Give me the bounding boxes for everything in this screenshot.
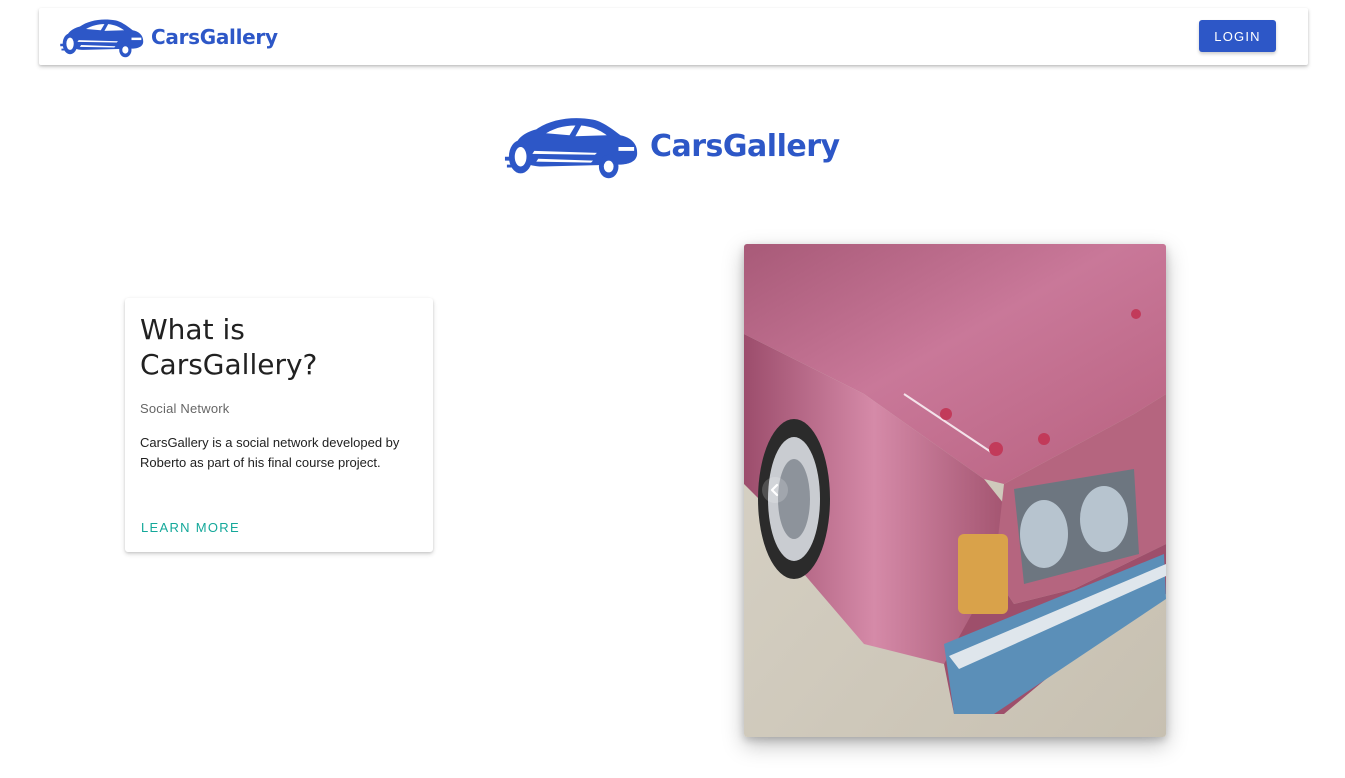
top-navbar: CarsGallery LOGIN <box>39 8 1308 65</box>
car-photo <box>744 244 1166 737</box>
about-card: What is CarsGallery? Social Network Cars… <box>125 298 433 552</box>
car-logo-icon <box>60 19 144 58</box>
hero-brand-name: CarsGallery <box>650 128 840 164</box>
nav-brand-name: CarsGallery <box>151 25 278 49</box>
nav-brand-link[interactable]: CarsGallery <box>59 16 278 58</box>
learn-more-link[interactable]: LEARN MORE <box>141 520 240 535</box>
carousel-prev-button[interactable] <box>762 477 788 503</box>
card-description: CarsGallery is a social network develope… <box>140 435 400 470</box>
card-title: What is CarsGallery? <box>140 313 318 381</box>
hero-logo: CarsGallery <box>503 112 840 180</box>
card-subtitle: Social Network <box>140 401 230 416</box>
chevron-left-icon <box>770 483 779 497</box>
login-button[interactable]: LOGIN <box>1199 20 1276 52</box>
car-logo-icon <box>504 118 638 179</box>
image-carousel[interactable] <box>744 244 1166 737</box>
